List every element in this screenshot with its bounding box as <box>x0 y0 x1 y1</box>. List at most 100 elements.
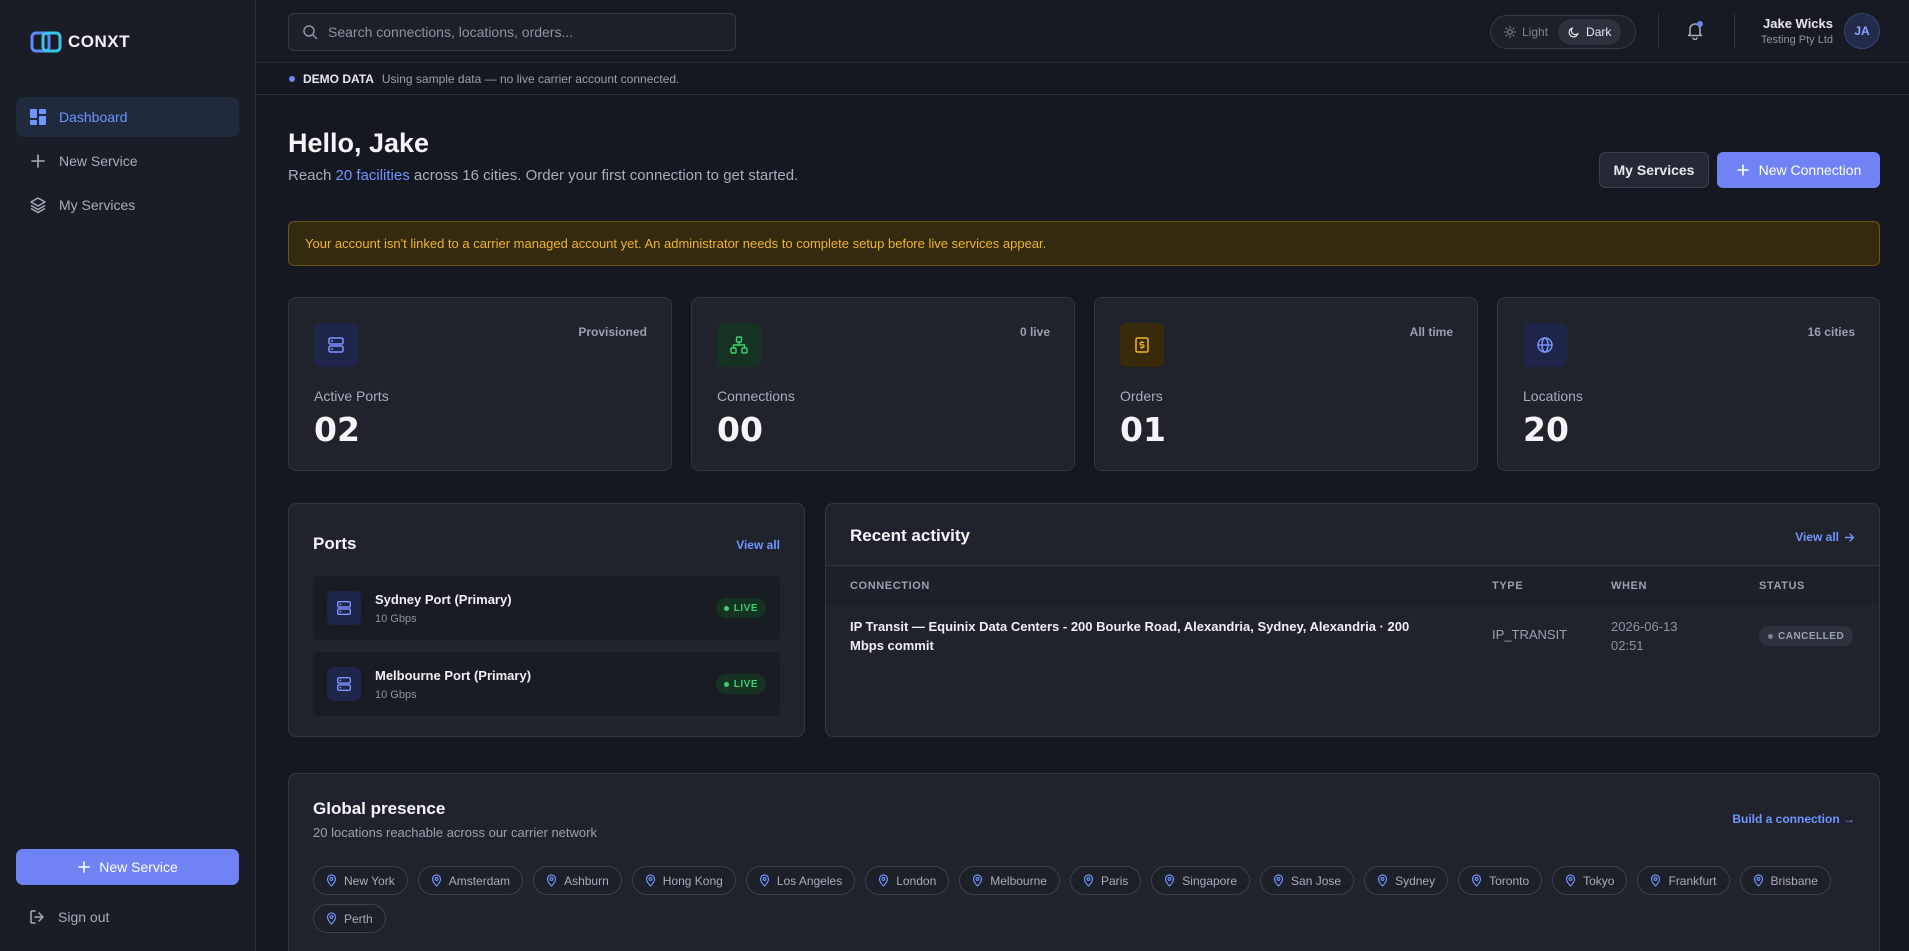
receipt-icon <box>1135 337 1149 353</box>
build-connection-link[interactable]: Build a connection → <box>1732 812 1855 826</box>
location-chip[interactable]: Toronto <box>1458 866 1543 895</box>
location-chip-label: Sydney <box>1395 873 1436 888</box>
table-row[interactable]: IP Transit — Equinix Data Centers - 200 … <box>826 605 1879 665</box>
moon-icon <box>1568 27 1579 38</box>
location-chips: New York Amsterdam Ashburn Hong Kong Los Ang… <box>313 866 1853 933</box>
search-input[interactable] <box>328 24 718 40</box>
demo-dot <box>289 75 295 82</box>
status-dot <box>723 605 729 611</box>
layers-icon <box>30 197 46 214</box>
stat-label: Locations <box>1523 388 1583 404</box>
stat-card-active-ports[interactable]: Provisioned Active Ports 02 <box>288 297 672 471</box>
presence-subtitle: 20 locations reachable across our carrie… <box>313 825 597 840</box>
sidebar-item-dashboard[interactable]: Dashboard <box>16 97 239 137</box>
location-chip[interactable]: Los Angeles <box>745 866 856 895</box>
location-chip[interactable]: Amsterdam <box>417 866 524 895</box>
location-chip[interactable]: Hong Kong <box>631 866 736 895</box>
location-chip-label: Melbourne <box>990 873 1047 888</box>
stat-card-connections[interactable]: 0 live Connections 00 <box>691 297 1075 471</box>
stat-label: Orders <box>1120 388 1163 404</box>
status-dot <box>1768 633 1773 639</box>
divider <box>1734 14 1735 48</box>
location-chip[interactable]: Singapore <box>1151 866 1251 895</box>
port-row[interactable]: Melbourne Port (Primary) 10 Gbps LIVE <box>313 652 780 716</box>
activity-title: Recent activity <box>850 526 970 545</box>
map-pin-icon <box>326 912 337 925</box>
location-chip[interactable]: Perth <box>313 904 386 933</box>
stat-icon-box <box>314 323 358 367</box>
column-header: CONNECTION <box>850 580 930 592</box>
stat-icon-box <box>717 323 761 367</box>
map-pin-icon <box>1083 874 1094 887</box>
avatar[interactable]: JA <box>1844 13 1880 49</box>
my-services-button[interactable]: My Services <box>1599 152 1709 188</box>
new-service-button[interactable]: New Service <box>16 849 239 885</box>
location-chip[interactable]: Ashburn <box>533 866 622 895</box>
when-cell: 2026-06-13 02:51 <box>1611 617 1678 655</box>
location-chip[interactable]: Sydney <box>1364 866 1449 895</box>
location-chip-label: Perth <box>344 911 373 926</box>
stat-value: 20 <box>1523 410 1569 449</box>
facilities-link[interactable]: 20 facilities <box>336 167 410 184</box>
logo[interactable]: CONXT <box>30 30 130 54</box>
status-label: CANCELLED <box>1778 630 1845 642</box>
stat-card-orders[interactable]: All time Orders 01 <box>1094 297 1478 471</box>
sidebar-item-label: Dashboard <box>59 109 128 125</box>
location-chip[interactable]: Frankfurt <box>1637 866 1730 895</box>
network-icon <box>730 336 748 354</box>
theme-light-label: Light <box>1522 25 1549 39</box>
table-header: CONNECTION TYPE WHEN STATUS <box>826 565 1879 605</box>
map-pin-icon <box>879 874 889 887</box>
when-time: 02:51 <box>1611 638 1644 653</box>
conxt-logo-icon <box>30 31 62 53</box>
sun-icon <box>1504 26 1516 38</box>
status-badge: CANCELLED <box>1759 626 1854 646</box>
logout-icon <box>30 910 44 924</box>
recent-activity-panel: Recent activity View all CONNECTION TYPE… <box>825 503 1880 737</box>
search-box[interactable] <box>288 13 736 51</box>
location-chip[interactable]: Tokyo <box>1552 866 1628 895</box>
location-chip[interactable]: San Jose <box>1260 866 1355 895</box>
map-pin-icon <box>645 874 655 887</box>
location-chip[interactable]: Melbourne <box>959 866 1060 895</box>
theme-light-option[interactable]: Light <box>1494 19 1558 45</box>
top-bar: Light Dark Jake Wicks Testing Pty Ltd JA <box>256 0 1909 63</box>
sidebar-item-new-service[interactable]: New Service <box>16 141 239 181</box>
stat-meta: All time <box>1409 325 1453 339</box>
activity-view-all-link[interactable]: View all <box>1795 530 1855 544</box>
app-name: CONXT <box>68 32 130 51</box>
stat-card-locations[interactable]: 16 cities Locations 20 <box>1497 297 1880 471</box>
status-dot <box>723 681 729 687</box>
location-chip[interactable]: New York <box>313 866 408 895</box>
location-chip-label: Amsterdam <box>448 873 511 888</box>
port-name: Melbourne Port (Primary) <box>375 668 532 683</box>
server-icon <box>337 601 351 615</box>
user-menu[interactable]: Jake Wicks Testing Pty Ltd <box>1741 16 1833 46</box>
when-date: 2026-06-13 <box>1611 619 1678 634</box>
new-connection-button[interactable]: New Connection <box>1717 152 1880 188</box>
column-header: TYPE <box>1492 580 1524 592</box>
status-badge: LIVE <box>715 598 766 618</box>
location-chip[interactable]: Paris <box>1069 866 1142 895</box>
page-subtitle: Reach 20 facilities across 16 cities. Or… <box>288 167 798 184</box>
sign-out-button[interactable]: Sign out <box>28 908 109 926</box>
map-pin-icon <box>1753 874 1763 887</box>
connection-name-line2: Mbps commit <box>850 638 934 653</box>
sidebar-item-my-services[interactable]: My Services <box>16 185 239 225</box>
notification-dot <box>1697 21 1703 27</box>
demo-text: Using sample data — no live carrier acco… <box>381 71 680 86</box>
location-chip-label: Singapore <box>1182 873 1238 888</box>
port-name: Sydney Port (Primary) <box>375 592 512 607</box>
server-icon <box>328 337 344 353</box>
location-chip[interactable]: London <box>865 866 950 895</box>
location-chip[interactable]: Brisbane <box>1739 866 1831 895</box>
demo-banner: DEMO DATA Using sample data — no live ca… <box>256 63 1909 95</box>
port-row[interactable]: Sydney Port (Primary) 10 Gbps LIVE <box>313 576 780 640</box>
new-service-label: New Service <box>99 859 178 875</box>
ports-view-all-link[interactable]: View all <box>736 538 780 552</box>
location-chip-label: London <box>896 873 937 888</box>
theme-dark-label: Dark <box>1586 25 1612 39</box>
theme-dark-option[interactable]: Dark <box>1558 19 1622 45</box>
user-org: Testing Pty Ltd <box>1760 34 1833 46</box>
location-chip-label: Frankfurt <box>1668 873 1717 888</box>
